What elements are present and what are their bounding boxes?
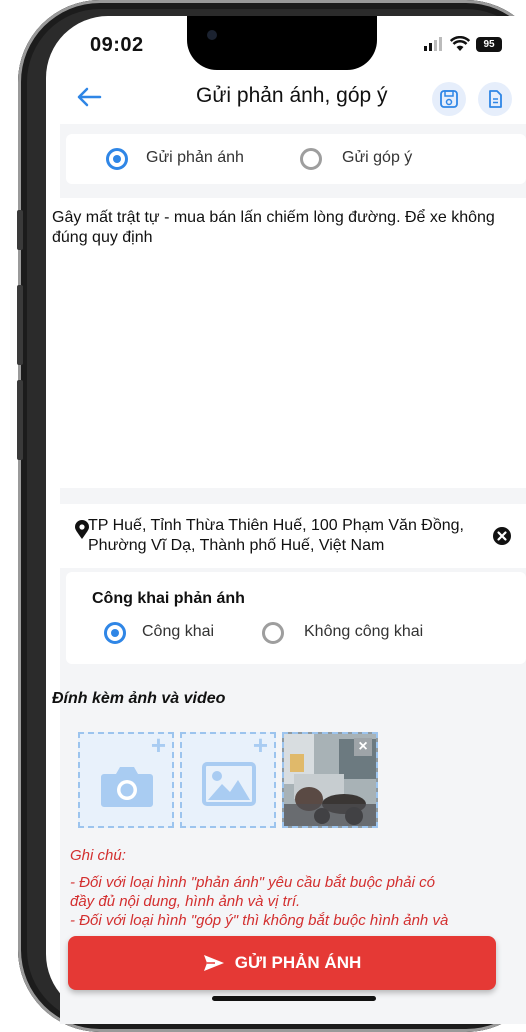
note-section: Ghi chú: - Đối với loại hình "phản ánh" … xyxy=(70,846,526,930)
remove-photo-button[interactable]: × xyxy=(354,738,372,756)
dynamic-island xyxy=(187,16,377,70)
plus-icon: + xyxy=(150,730,166,760)
mute-switch xyxy=(17,210,23,250)
camera-dot xyxy=(207,30,217,40)
home-indicator xyxy=(212,996,376,1001)
back-arrow-icon[interactable] xyxy=(74,82,104,112)
document-icon xyxy=(489,90,502,108)
drafts-list-button[interactable] xyxy=(478,82,512,116)
attachments-title: Đính kèm ảnh và video xyxy=(52,690,226,707)
location-field[interactable]: TP Huế, Tỉnh Thừa Thiên Huế, 100 Phạm Vă… xyxy=(60,504,526,568)
radio-feedback-label: Gửi góp ý xyxy=(342,149,413,166)
submit-button[interactable]: GỬI PHẢN ÁNH xyxy=(68,936,496,990)
page-title: Gửi phản ánh, góp ý xyxy=(196,84,388,107)
camera-icon xyxy=(101,767,153,807)
report-type-selector: Gửi phản ánh Gửi góp ý xyxy=(66,134,526,184)
status-time: 09:02 xyxy=(90,34,144,56)
add-video-button[interactable]: + xyxy=(180,730,276,828)
status-icons: 95 xyxy=(424,36,502,52)
publicity-title: Công khai phản ánh xyxy=(92,590,245,607)
note-title: Ghi chú: xyxy=(70,847,126,864)
submit-label: GỬI PHẢN ÁNH xyxy=(234,953,362,972)
app-header: Gửi phản ánh, góp ý xyxy=(46,72,526,124)
radio-feedback[interactable] xyxy=(300,148,322,170)
clear-location-icon[interactable] xyxy=(492,526,512,546)
battery-icon: 95 xyxy=(476,36,502,52)
image-icon xyxy=(202,762,256,806)
volume-down-button xyxy=(17,380,23,460)
add-photo-button[interactable]: + xyxy=(78,730,174,828)
note-line: - Đối với loại hình "phản ánh" yêu cầu b… xyxy=(70,874,435,891)
signal-icon xyxy=(424,37,442,51)
location-address: TP Huế, Tỉnh Thừa Thiên Huế, 100 Phạm Vă… xyxy=(88,517,464,554)
attached-photo[interactable]: × xyxy=(282,732,378,828)
description-textarea[interactable]: Gây mất trật tự - mua bán lấn chiếm lòng… xyxy=(52,198,526,488)
radio-public[interactable] xyxy=(104,622,126,644)
save-icon xyxy=(440,90,458,108)
publicity-section: Công khai phản ánh Công khai Không công … xyxy=(66,572,526,664)
save-draft-button[interactable] xyxy=(432,82,466,116)
note-line: đầy đủ nội dung, hình ảnh và vị trí. xyxy=(70,893,301,910)
note-line: - Đối với loại hình "góp ý" thì không bắ… xyxy=(70,912,449,929)
radio-report-label: Gửi phản ánh xyxy=(146,149,244,166)
radio-private-label: Không công khai xyxy=(304,623,424,640)
plus-icon: + xyxy=(252,730,268,760)
radio-private[interactable] xyxy=(262,622,284,644)
form-area: Gửi phản ánh Gửi góp ý Gây mất trật tự -… xyxy=(52,124,526,1024)
radio-report[interactable] xyxy=(106,148,128,170)
description-text: Gây mất trật tự - mua bán lấn chiếm lòng… xyxy=(52,209,495,246)
send-icon xyxy=(203,955,224,971)
wifi-icon xyxy=(450,36,470,51)
volume-up-button xyxy=(17,285,23,365)
radio-public-label: Công khai xyxy=(142,623,215,640)
